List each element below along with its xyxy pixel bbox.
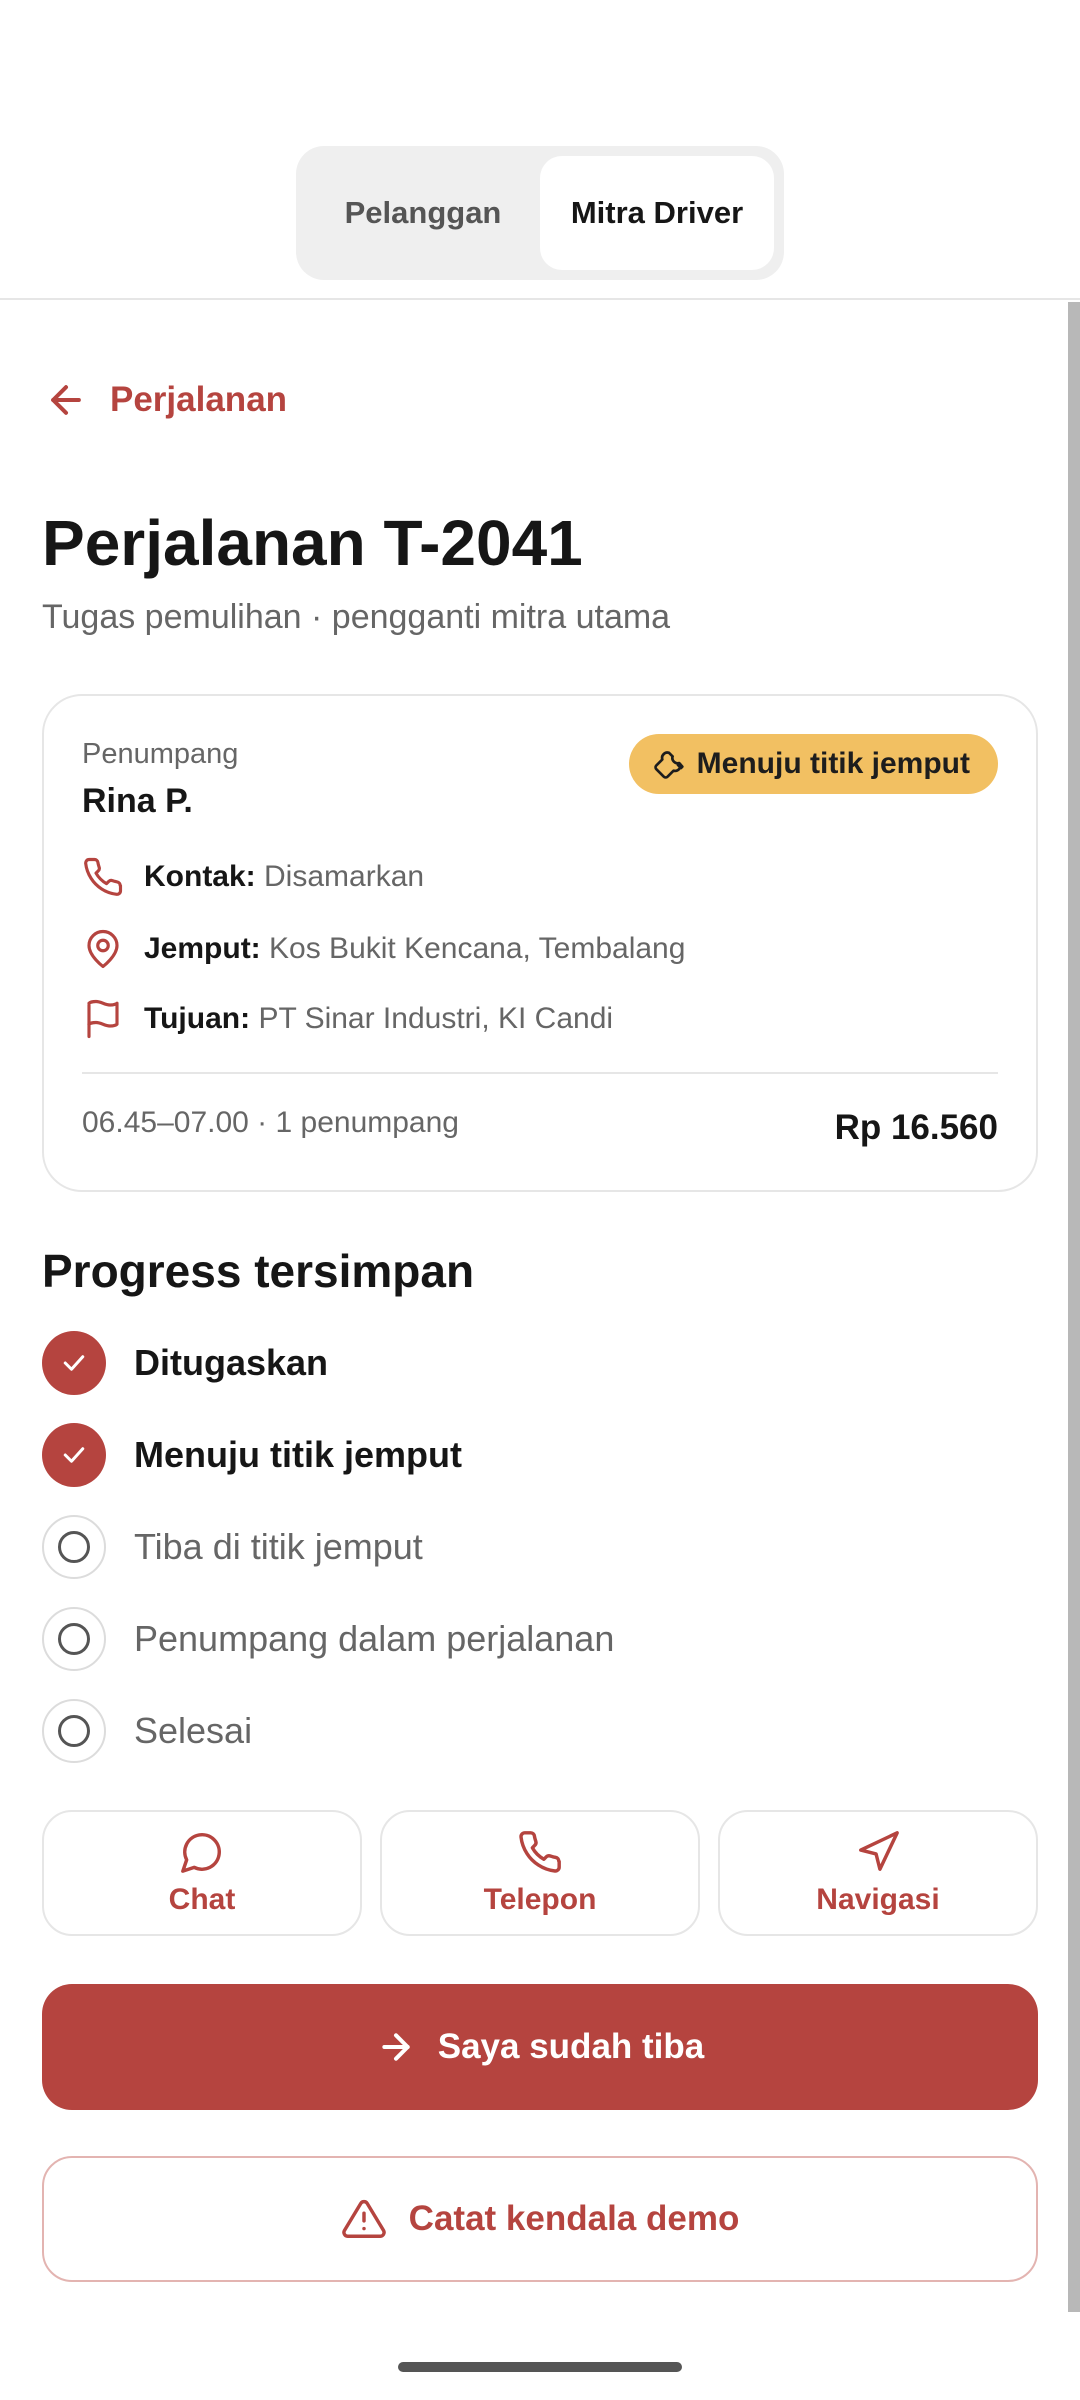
progress-step-selesai: Selesai xyxy=(42,1699,252,1763)
contact-value: Disamarkan xyxy=(264,860,425,893)
contact-label: Kontak: xyxy=(144,860,256,893)
card-divider xyxy=(82,1072,998,1074)
warning-icon xyxy=(341,2200,386,2238)
circle-icon xyxy=(42,1607,106,1671)
destination-value: PT Sinar Industri, KI Candi xyxy=(258,1002,614,1035)
home-indicator[interactable] xyxy=(398,2362,682,2372)
navigate-label: Navigasi xyxy=(816,1883,940,1916)
progress-step-label: Tiba di titik jemput xyxy=(134,1526,423,1567)
progress-step-dalam-perjalanan: Penumpang dalam perjalanan xyxy=(42,1607,614,1671)
back-button[interactable]: Perjalanan xyxy=(44,378,287,422)
arrived-label: Saya sudah tiba xyxy=(437,2027,705,2066)
progress-step-ditugaskan: Ditugaskan xyxy=(42,1331,328,1395)
tab-mitra-driver[interactable]: Mitra Driver xyxy=(540,156,774,270)
page-subtitle: Tugas pemulihan · pengganti mitra utama xyxy=(42,598,671,636)
arrow-left-icon xyxy=(51,385,81,415)
chat-label: Chat xyxy=(168,1883,236,1916)
navigate-button[interactable]: Navigasi xyxy=(718,1810,1038,1936)
role-switcher: Pelanggan Mitra Driver xyxy=(296,146,784,280)
pickup-label: Jemput: xyxy=(144,932,261,965)
phone-icon xyxy=(84,857,123,896)
circle-icon xyxy=(42,1699,106,1763)
progress-step-label: Menuju titik jemput xyxy=(134,1434,462,1475)
trip-price: Rp 16.560 xyxy=(834,1108,998,1147)
check-icon xyxy=(42,1331,106,1395)
progress-step-label: Penumpang dalam perjalanan xyxy=(134,1618,615,1659)
progress-step-tiba: Tiba di titik jemput xyxy=(42,1515,423,1579)
page-title: Perjalanan T-2041 xyxy=(42,507,583,579)
phone-button[interactable]: Telepon xyxy=(380,1810,700,1936)
check-icon xyxy=(42,1423,106,1487)
progress-step-label: Ditugaskan xyxy=(134,1342,329,1383)
contact-row: Kontak: Disamarkan xyxy=(82,856,424,898)
status-badge-label: Menuju titik jemput xyxy=(696,747,970,780)
phone-icon xyxy=(519,1831,561,1873)
scrollbar[interactable] xyxy=(1068,302,1080,2312)
chat-button[interactable]: Chat xyxy=(42,1810,362,1936)
progress-step-menuju: Menuju titik jemput xyxy=(42,1423,462,1487)
circle-icon xyxy=(42,1515,106,1579)
chat-icon xyxy=(181,1833,221,1873)
arrow-right-icon xyxy=(382,2033,410,2061)
progress-step-label: Selesai xyxy=(134,1710,253,1751)
passenger-label: Penumpang xyxy=(82,738,239,770)
role-switcher-header: Pelanggan Mitra Driver xyxy=(0,0,1080,300)
flag-icon xyxy=(87,999,119,1039)
arrived-button[interactable]: Saya sudah tiba xyxy=(42,1984,1038,2110)
wrench-icon xyxy=(653,751,684,779)
report-issue-label: Catat kendala demo xyxy=(408,2199,740,2238)
quick-actions: Chat Telepon Navigasi xyxy=(42,1810,1038,1936)
status-badge: Menuju titik jemput xyxy=(628,734,998,794)
pickup-value: Kos Bukit Kencana, Tembalang xyxy=(269,932,686,965)
report-issue-button[interactable]: Catat kendala demo xyxy=(42,2156,1038,2282)
destination-label: Tujuan: xyxy=(144,1002,251,1035)
passenger-name: Rina P. xyxy=(82,782,193,820)
trip-schedule: 06.45–07.00 · 1 penumpang xyxy=(82,1106,459,1139)
navigation-icon xyxy=(859,1831,899,1871)
trip-card: Penumpang Rina P. Menuju titik jemput Ko… xyxy=(42,694,1038,1192)
progress-title: Progress tersimpan xyxy=(42,1245,475,1297)
map-pin-icon xyxy=(87,930,119,969)
pickup-row: Jemput: Kos Bukit Kencana, Tembalang xyxy=(82,928,685,970)
back-label: Perjalanan xyxy=(110,380,288,419)
destination-row: Tujuan: PT Sinar Industri, KI Candi xyxy=(82,998,613,1040)
phone-label: Telepon xyxy=(483,1883,597,1916)
tab-pelanggan[interactable]: Pelanggan xyxy=(306,156,540,270)
